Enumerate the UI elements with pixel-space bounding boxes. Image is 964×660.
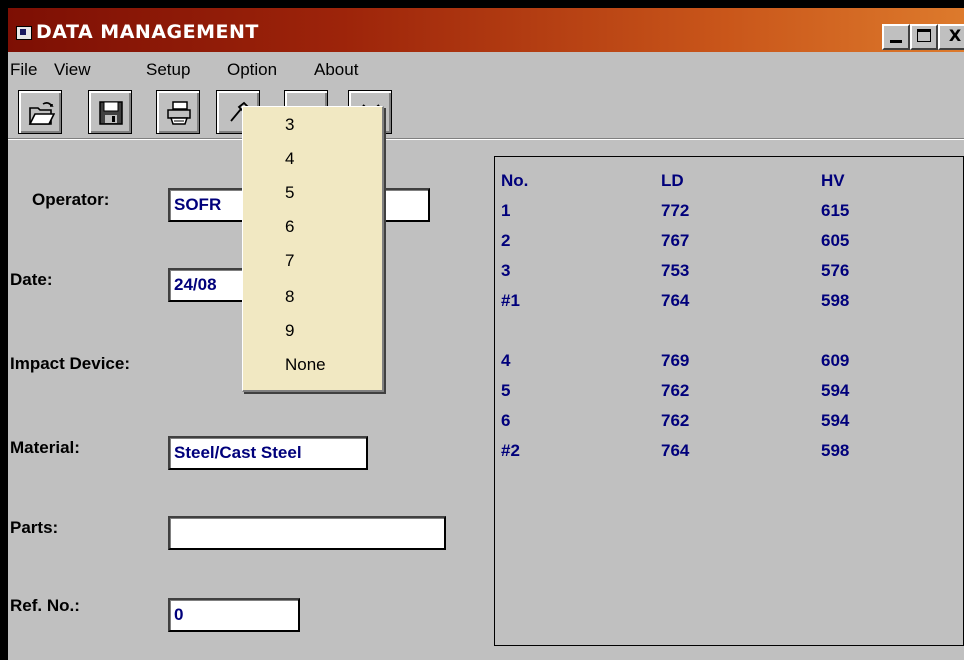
row-ld: 772 — [661, 201, 690, 220]
row-no: #1 — [501, 291, 520, 310]
row-no: 5 — [501, 381, 511, 400]
row-ld: 764 — [661, 291, 690, 310]
menu-bar: File View Setup Option About — [8, 52, 964, 86]
header-no: No. — [501, 171, 529, 190]
dropdown-option-label: None — [285, 355, 326, 374]
row-ld: 762 — [661, 381, 690, 400]
parts-field[interactable] — [168, 516, 446, 550]
close-icon: X — [948, 26, 962, 45]
material-label: Material: — [10, 438, 80, 457]
row-ld: 762 — [661, 411, 690, 430]
row-ld: 767 — [661, 231, 690, 250]
header-ld: LD — [661, 171, 684, 190]
menu-about[interactable]: About — [314, 60, 358, 80]
menu-option[interactable]: Option — [227, 60, 277, 80]
row-no: #2 — [501, 441, 520, 460]
print-button[interactable] — [156, 90, 200, 134]
app-window: DATA MANAGEMENT X File View Setup Option… — [0, 0, 964, 660]
open-icon — [28, 102, 55, 125]
save-button[interactable] — [88, 90, 132, 134]
toolbar-separator — [8, 138, 964, 140]
row-hv: 576 — [821, 261, 850, 280]
row-no: 2 — [501, 231, 511, 250]
dropdown-option-7[interactable]: 7 — [243, 247, 381, 277]
row-hv: 598 — [821, 291, 850, 310]
row-no: 4 — [501, 351, 511, 370]
date-label: Date: — [10, 270, 53, 289]
menu-file[interactable]: File — [10, 60, 37, 80]
parts-label: Parts: — [10, 518, 59, 537]
row-ld: 753 — [661, 261, 690, 280]
impact-device-label: Impact Device: — [10, 354, 130, 373]
dropdown-option-4[interactable]: 4 — [243, 145, 381, 175]
menu-view[interactable]: View — [54, 60, 91, 80]
minimize-button[interactable] — [882, 24, 910, 50]
app-icon[interactable] — [16, 26, 32, 40]
date-field[interactable]: 24/08 — [168, 268, 252, 302]
save-icon — [99, 101, 123, 125]
dropdown-option-label: 5 — [285, 183, 295, 202]
dropdown-option-label: 4 — [285, 149, 295, 168]
open-button[interactable] — [18, 90, 62, 134]
results-panel: No. LD HV 1 772 615 2 767 605 3 753 576 … — [494, 156, 964, 646]
close-button[interactable]: X — [938, 24, 964, 50]
row-hv: 615 — [821, 201, 850, 220]
maximize-icon — [917, 29, 931, 42]
row-hv: 598 — [821, 441, 850, 460]
ref-no-field[interactable]: 0 — [168, 598, 300, 632]
dropdown-option-none[interactable]: None — [243, 351, 381, 381]
material-field[interactable]: Steel/Cast Steel — [168, 436, 368, 470]
menu-setup[interactable]: Setup — [146, 60, 190, 80]
dropdown-option-label: 8 — [285, 287, 295, 306]
row-ld: 769 — [661, 351, 690, 370]
dropdown-option-label: 7 — [285, 251, 295, 270]
window-title: DATA MANAGEMENT — [36, 21, 259, 43]
row-hv: 594 — [821, 411, 850, 430]
dropdown-option-label: 6 — [285, 217, 295, 236]
row-no: 1 — [501, 201, 511, 220]
header-hv: HV — [821, 171, 845, 190]
print-icon — [167, 101, 191, 125]
dropdown-option-label: 3 — [285, 115, 295, 134]
ref-no-label: Ref. No.: — [10, 596, 80, 615]
dropdown-option-6[interactable]: 6 — [243, 213, 381, 243]
operator-label: Operator: — [32, 190, 110, 209]
minimize-icon — [890, 40, 902, 43]
maximize-button[interactable] — [910, 24, 938, 50]
dropdown-option-8[interactable]: 8 — [243, 283, 381, 313]
dropdown-option-9[interactable]: 9 — [243, 317, 381, 347]
row-hv: 594 — [821, 381, 850, 400]
dropdown-option-label: 9 — [285, 321, 295, 340]
row-no: 3 — [501, 261, 511, 280]
option-dropdown-menu: 3 4 5 6 7 8 9 None — [242, 106, 384, 392]
title-bar[interactable]: DATA MANAGEMENT X — [8, 8, 964, 52]
dropdown-option-3[interactable]: 3 — [243, 111, 381, 141]
row-ld: 764 — [661, 441, 690, 460]
row-hv: 605 — [821, 231, 850, 250]
row-hv: 609 — [821, 351, 850, 370]
client-area: Operator: SOFR Date: 24/08 Impact Device… — [8, 86, 964, 660]
row-no: 6 — [501, 411, 511, 430]
dropdown-option-5[interactable]: 5 — [243, 179, 381, 209]
